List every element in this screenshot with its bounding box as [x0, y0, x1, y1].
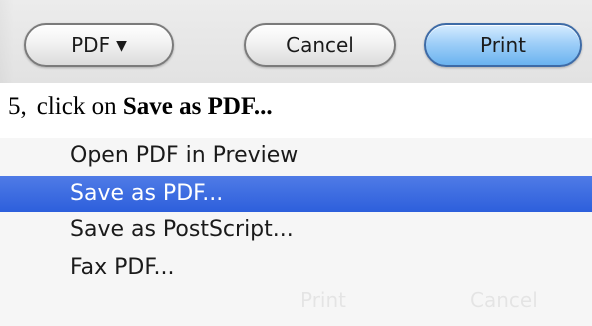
menu-item-save-as-pdf[interactable]: Save as PDF...: [0, 176, 592, 212]
pdf-button-label: PDF: [71, 33, 111, 57]
menu-item-fax-pdf[interactable]: Fax PDF...: [0, 250, 592, 286]
print-dialog-toolbar: PDF ▼ Cancel Print: [0, 0, 592, 83]
ghost-print-label: Print: [300, 288, 347, 312]
cancel-button-label: Cancel: [286, 33, 354, 57]
step-number: 5,: [8, 93, 27, 120]
toolbar-edge: [0, 0, 14, 83]
instruction-target: Save as PDF...: [122, 93, 273, 120]
dropdown-arrow-icon: ▼: [116, 38, 127, 54]
print-button-label: Print: [479, 33, 526, 57]
instruction-verb: click on: [36, 93, 117, 120]
ghost-cancel-label: Cancel: [470, 288, 538, 312]
pdf-dropdown-menu: Print Cancel Open PDF in Preview Save as…: [0, 138, 592, 326]
menu-item-save-as-postscript[interactable]: Save as PostScript...: [0, 212, 592, 248]
print-button[interactable]: Print: [424, 23, 582, 67]
cancel-button[interactable]: Cancel: [244, 23, 396, 67]
instruction-text: 5, click on Save as PDF...: [8, 93, 273, 121]
pdf-menu-button[interactable]: PDF ▼: [24, 23, 174, 67]
menu-item-open-pdf-in-preview[interactable]: Open PDF in Preview: [0, 138, 592, 174]
